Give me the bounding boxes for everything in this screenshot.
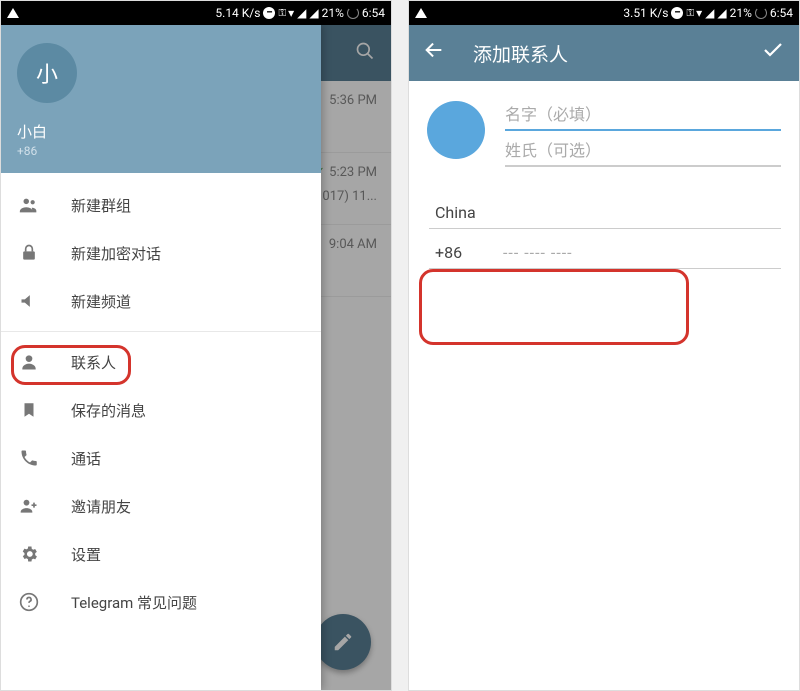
phone-left: 5.14 K/s − ⚿ ▾ ◢ ◢ 21% 6:54 5:36 PM ✓ [0,0,392,691]
dnd-icon: − [263,7,275,19]
highlight-phone [419,269,689,345]
signal-icon: ◢ [297,6,306,20]
drawer-faq[interactable]: Telegram 常见问题 [1,578,321,626]
back-icon[interactable] [423,39,445,67]
warning-icon [7,8,19,18]
wifi-icon: ▾ [696,6,702,20]
help-icon [17,590,41,614]
drawer-header: 小 小白 +86 [1,25,321,173]
person-add-icon [17,494,41,518]
drawer-label: 邀请朋友 [71,496,131,517]
clock: 6:54 [362,6,385,20]
signal-icon-2: ◢ [717,6,726,20]
drawer-label: 新建频道 [71,291,131,312]
country-selector[interactable]: China [429,203,781,226]
loading-icon [347,7,359,19]
vpn-key-icon: ⚿ [278,8,285,19]
phone-input[interactable]: --- ---- ---- [503,243,573,262]
confirm-icon[interactable] [761,38,785,68]
contact-avatar[interactable] [427,101,485,159]
loading-icon [755,7,767,19]
group-icon [17,193,41,217]
phone-icon [17,446,41,470]
battery-text: 21% [730,6,752,20]
status-bar-left: 5.14 K/s − ⚿ ▾ ◢ ◢ 21% 6:54 [1,1,391,25]
net-speed: 5.14 K/s [215,6,260,20]
status-bar-right: 3.51 K/s − ⚿ ▾ ◢ ◢ 21% 6:54 [409,1,799,25]
drawer-settings[interactable]: 设置 [1,530,321,578]
net-speed: 3.51 K/s [623,6,668,20]
dnd-icon: − [671,7,683,19]
first-name-input[interactable] [505,101,781,131]
signal-icon-2: ◢ [309,6,318,20]
drawer-calls[interactable]: 通话 [1,434,321,482]
drawer-label: 设置 [71,544,101,565]
add-contact-header: 添加联系人 [409,25,799,81]
drawer-new-secret[interactable]: 新建加密对话 [1,229,321,277]
drawer-label: 新建群组 [71,195,131,216]
user-phone: +86 [17,144,305,158]
drawer-label: 保存的消息 [71,400,146,421]
wifi-icon: ▾ [288,6,294,20]
drawer-scrim[interactable] [319,25,391,690]
megaphone-icon [17,289,41,313]
avatar-letter: 小 [36,57,58,89]
drawer-label: 新建加密对话 [71,243,161,264]
last-name-input[interactable] [505,137,781,167]
user-avatar[interactable]: 小 [17,43,77,103]
signal-icon: ◢ [705,6,714,20]
drawer-saved[interactable]: 保存的消息 [1,386,321,434]
warning-icon [415,8,427,18]
clock: 6:54 [770,6,793,20]
drawer-label: Telegram 常见问题 [71,592,197,613]
gear-icon [17,542,41,566]
user-name: 小白 [17,121,305,142]
battery-text: 21% [322,6,344,20]
lock-icon [17,241,41,265]
drawer-label: 通话 [71,448,101,469]
phone-right: 3.51 K/s − ⚿ ▾ ◢ ◢ 21% 6:54 添加联系人 [408,0,800,691]
highlight-contacts [11,345,131,385]
drawer-new-channel[interactable]: 新建频道 [1,277,321,325]
divider [1,331,321,332]
bookmark-icon [17,398,41,422]
page-title: 添加联系人 [473,40,733,67]
drawer-invite[interactable]: 邀请朋友 [1,482,321,530]
vpn-key-icon: ⚿ [686,8,693,19]
drawer-new-group[interactable]: 新建群组 [1,181,321,229]
country-code[interactable]: +86 [435,243,483,262]
